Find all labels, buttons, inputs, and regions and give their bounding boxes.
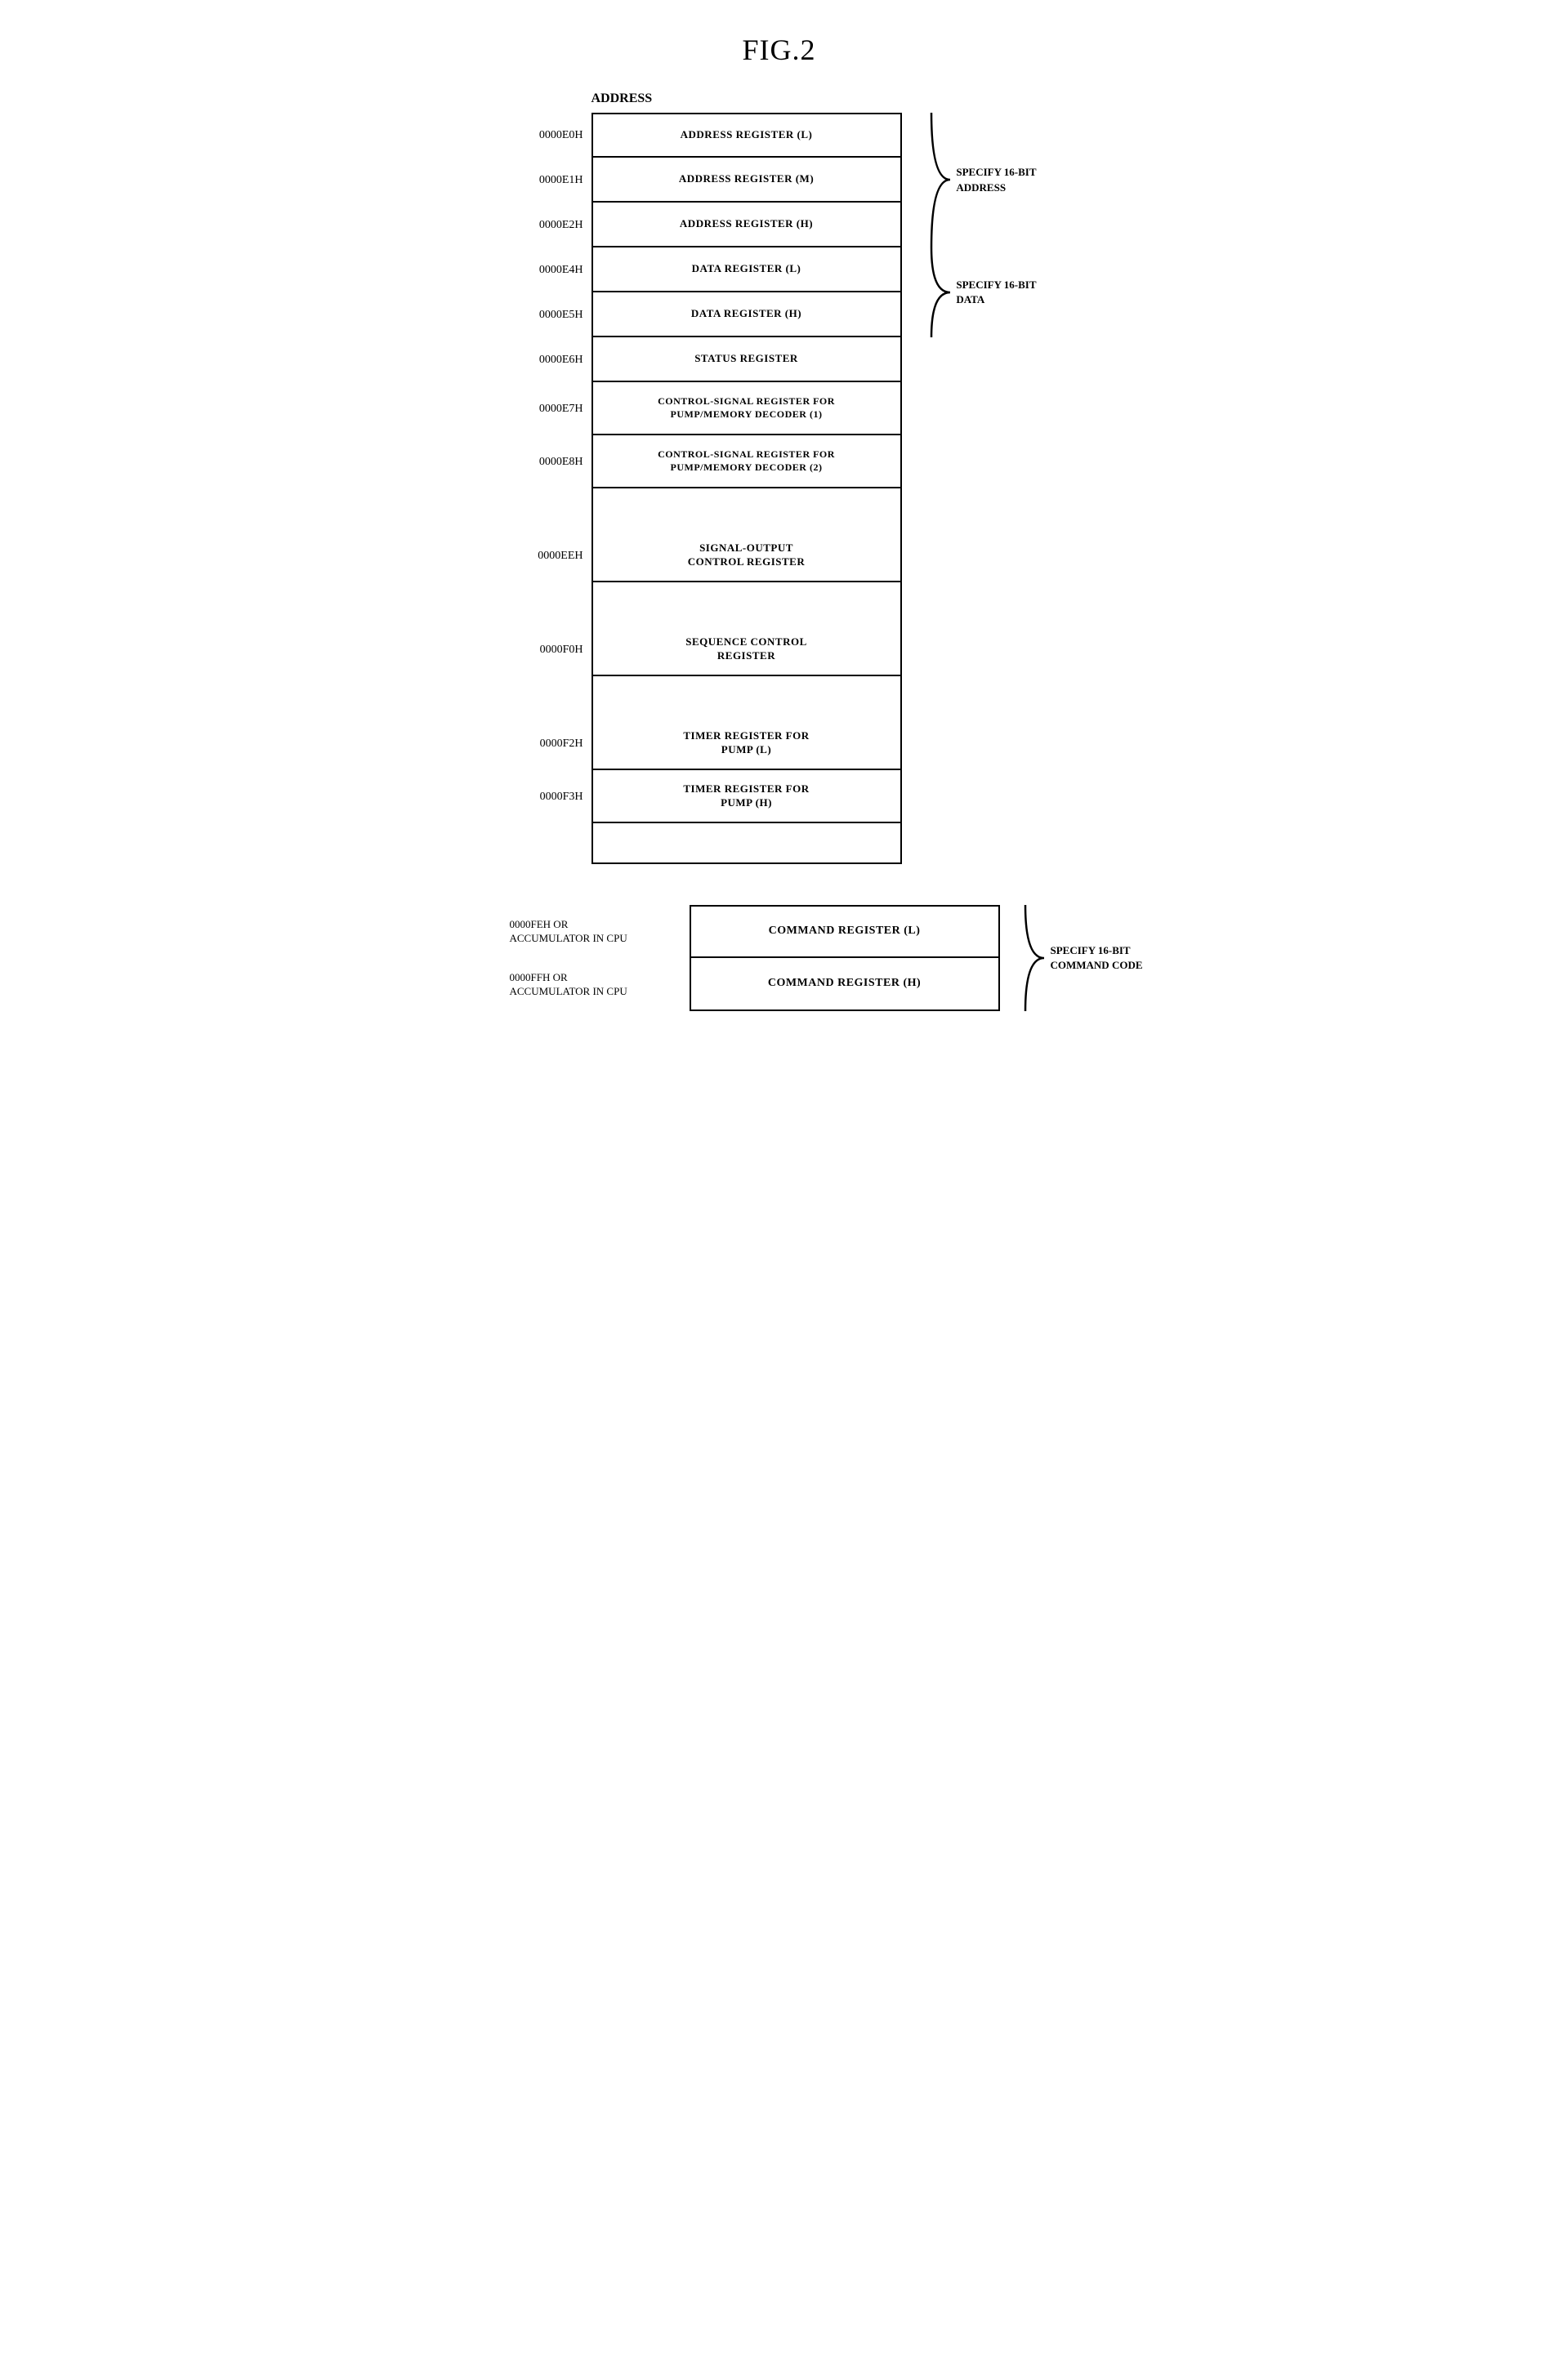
- addr-0000E2H: 0000E2H: [502, 219, 583, 232]
- cell-control-signal-2: CONTROL-SIGNAL REGISTER FORPUMP/MEMORY D…: [592, 435, 902, 488]
- cell-address-register-h: ADDRESS REGISTER (H): [592, 203, 902, 247]
- cell-signal-output: SIGNAL-OUTPUTCONTROL REGISTER: [592, 529, 902, 582]
- row-command-h: 0000FFH ORACCUMULATOR IN CPU COMMAND REG…: [690, 958, 1000, 1011]
- address-register-group: 0000E0H ADDRESS REGISTER (L) 0000E1H ADD…: [592, 113, 902, 247]
- cell-sequence-control: SEQUENCE CONTROLREGISTER: [592, 623, 902, 676]
- cell-address-register-m: ADDRESS REGISTER (M): [592, 158, 902, 203]
- row-0000E7H: 0000E7H CONTROL-SIGNAL REGISTER FORPUMP/…: [592, 382, 902, 435]
- address-brace-svg: [927, 113, 952, 247]
- cell-empty-1: [592, 488, 902, 529]
- row-0000E4H: 0000E4H DATA REGISTER (L): [592, 247, 902, 292]
- addr-0000E7H: 0000E7H: [502, 403, 583, 416]
- data-register-group: 0000E4H DATA REGISTER (L) 0000E5H DATA R…: [592, 247, 902, 337]
- addr-0000F0H: 0000F0H: [502, 644, 583, 657]
- cell-status-register: STATUS REGISTER: [592, 337, 902, 382]
- data-brace-svg: [927, 247, 952, 337]
- addr-0000E1H: 0000E1H: [502, 174, 583, 187]
- cell-command-register-h: COMMAND REGISTER (H): [690, 958, 1000, 1011]
- address-label: ADDRESS: [592, 91, 653, 106]
- cell-timer-register-h: TIMER REGISTER FORPUMP (H): [592, 770, 902, 823]
- row-0000E8H: 0000E8H CONTROL-SIGNAL REGISTER FORPUMP/…: [592, 435, 902, 488]
- command-register-group: 0000FEH ORACCUMULATOR IN CPU COMMAND REG…: [690, 905, 1000, 1011]
- data-brace-text: SPECIFY 16-BITDATA: [956, 278, 1036, 307]
- page: FIG.2 ADDRESS 0000E0H ADDRESS REGISTER (…: [493, 33, 1065, 2347]
- addr-command-l: 0000FEH ORACCUMULATOR IN CPU: [510, 918, 681, 946]
- addr-command-h: 0000FFH ORACCUMULATOR IN CPU: [510, 971, 681, 999]
- addr-0000F2H: 0000F2H: [502, 738, 583, 751]
- command-brace-container: SPECIFY 16-BITCOMMAND CODE: [1021, 905, 1142, 1011]
- cell-control-signal-1: CONTROL-SIGNAL REGISTER FORPUMP/MEMORY D…: [592, 382, 902, 435]
- addr-0000E4H: 0000E4H: [502, 264, 583, 277]
- address-brace-container: SPECIFY 16-BITADDRESS: [927, 113, 1036, 247]
- row-empty-3: [592, 676, 902, 717]
- row-0000F0H: 0000F0H SEQUENCE CONTROLREGISTER: [592, 623, 902, 676]
- cell-empty-2: [592, 582, 902, 623]
- row-0000F3H: 0000F3H TIMER REGISTER FORPUMP (H): [592, 770, 902, 823]
- addr-0000E5H: 0000E5H: [502, 309, 583, 322]
- command-brace-text: SPECIFY 16-BITCOMMAND CODE: [1050, 943, 1142, 973]
- addr-0000EEH: 0000EEH: [502, 550, 583, 563]
- row-0000F2H: 0000F2H TIMER REGISTER FORPUMP (L): [592, 717, 902, 770]
- cell-empty-last: [592, 823, 902, 864]
- row-empty-last: [592, 823, 902, 864]
- row-0000EEH: 0000EEH SIGNAL-OUTPUTCONTROL REGISTER: [592, 529, 902, 582]
- addr-0000E6H: 0000E6H: [502, 354, 583, 367]
- cell-address-register-l: ADDRESS REGISTER (L): [592, 113, 902, 158]
- addr-0000F3H: 0000F3H: [502, 791, 583, 804]
- cell-empty-3: [592, 676, 902, 717]
- row-command-l: 0000FEH ORACCUMULATOR IN CPU COMMAND REG…: [690, 905, 1000, 958]
- row-empty-2: [592, 582, 902, 623]
- row-0000E1H: 0000E1H ADDRESS REGISTER (M): [592, 158, 902, 203]
- address-brace-text: SPECIFY 16-BITADDRESS: [956, 165, 1036, 194]
- cell-data-register-l: DATA REGISTER (L): [592, 247, 902, 292]
- row-0000E6H: 0000E6H STATUS REGISTER: [592, 337, 902, 382]
- diagram-container: ADDRESS 0000E0H ADDRESS REGISTER (L) 000…: [493, 91, 1065, 1011]
- figure-title: FIG.2: [493, 33, 1065, 67]
- row-0000E5H: 0000E5H DATA REGISTER (H): [592, 292, 902, 337]
- row-empty-1: [592, 488, 902, 529]
- cell-command-register-l: COMMAND REGISTER (L): [690, 905, 1000, 958]
- data-brace-container: SPECIFY 16-BITDATA: [927, 247, 1036, 337]
- bottom-section: 0000FEH ORACCUMULATOR IN CPU COMMAND REG…: [592, 905, 1000, 1011]
- addr-0000E8H: 0000E8H: [502, 456, 583, 469]
- row-0000E2H: 0000E2H ADDRESS REGISTER (H): [592, 203, 902, 247]
- cell-timer-register-l: TIMER REGISTER FORPUMP (L): [592, 717, 902, 770]
- row-0000E0H: 0000E0H ADDRESS REGISTER (L): [592, 113, 902, 158]
- addr-0000E0H: 0000E0H: [502, 129, 583, 142]
- register-table: 0000E0H ADDRESS REGISTER (L) 0000E1H ADD…: [592, 113, 902, 864]
- command-brace-svg: [1021, 905, 1046, 1011]
- cell-data-register-h: DATA REGISTER (H): [592, 292, 902, 337]
